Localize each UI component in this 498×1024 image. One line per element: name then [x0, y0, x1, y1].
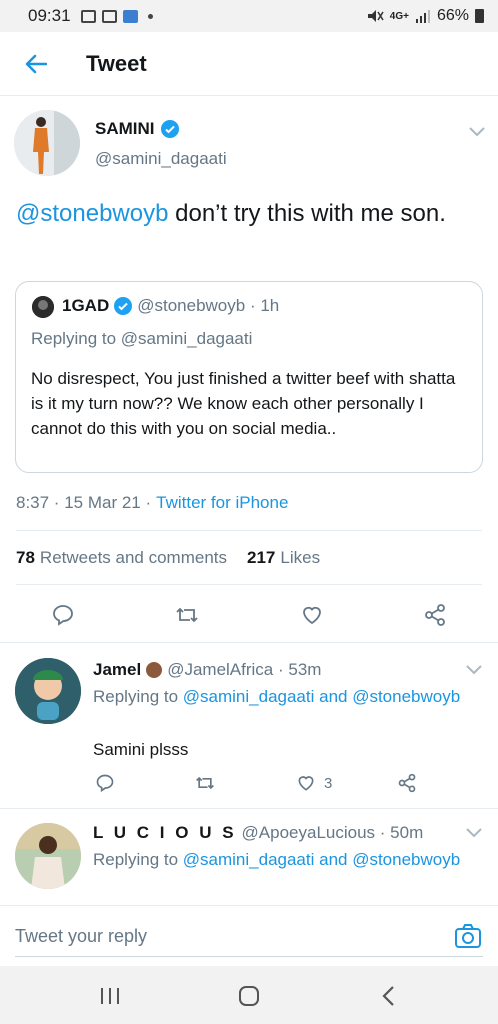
- app-header: Tweet: [0, 32, 498, 96]
- quoted-replying-to: Replying to @samini_dagaati: [31, 329, 253, 348]
- author-name-row[interactable]: SAMINI: [95, 119, 179, 139]
- divider: [16, 530, 482, 531]
- handle[interactable]: @samini_dagaati: [95, 149, 227, 169]
- reply-input[interactable]: Tweet your reply: [15, 926, 147, 947]
- reply-input-underline: [15, 956, 483, 957]
- reply-icon: [53, 605, 73, 626]
- avatar[interactable]: [15, 823, 81, 889]
- status-time: 09:31: [28, 6, 71, 25]
- battery-icon: [475, 9, 484, 23]
- image-icon: [80, 9, 96, 23]
- reply-text: Samini plsss: [93, 740, 189, 759]
- like-label[interactable]: Likes: [280, 548, 320, 568]
- emoji-icon: [146, 662, 163, 678]
- reply-name-row: Jamel @JamelAfrica · 53m: [93, 660, 321, 680]
- tweet-stats: 78 Retweets and comments 217 Likes: [16, 548, 320, 568]
- reply-avatar-image: [15, 823, 81, 889]
- status-bar: 09:31 4G+ 66%: [0, 0, 498, 32]
- quoted-handle: @stonebwoyb · 1h: [137, 296, 280, 315]
- reply-replying-to: Replying to @samini_dagaati and @stonebw…: [93, 847, 473, 872]
- back-arrow-icon: [25, 54, 47, 73]
- status-right: 4G+ 66%: [366, 7, 484, 25]
- back-icon: [382, 986, 394, 1006]
- gallery-icon: [101, 9, 117, 23]
- home-button[interactable]: [234, 981, 264, 1011]
- system-nav-bar: [0, 966, 498, 1024]
- like-icon: [303, 606, 321, 625]
- reply-handle: @JamelAfrica · 53m: [167, 660, 322, 679]
- reply-display-name: L U C I O U S: [93, 823, 237, 842]
- replying-mentions[interactable]: @samini_dagaati and @stonebwoyb: [183, 850, 460, 869]
- share-icon: [398, 773, 416, 793]
- like-count[interactable]: 217: [247, 548, 275, 568]
- like-button[interactable]: 3: [296, 773, 332, 793]
- divider: [16, 584, 482, 585]
- back-button[interactable]: [16, 44, 56, 84]
- mute-icon: [367, 10, 384, 22]
- profile-photo: [14, 110, 80, 176]
- retweet-icon: [196, 776, 214, 790]
- quoted-display-name: 1GAD: [62, 296, 110, 315]
- replying-mentions[interactable]: @samini_dagaati and @stonebwoyb: [183, 687, 460, 706]
- battery-percent: 66%: [436, 7, 469, 24]
- reply-handle: @ApoeyaLucious · 50m: [241, 823, 424, 842]
- retweet-button[interactable]: [174, 603, 200, 627]
- quoted-tweet[interactable]: 1GAD @stonebwoyb · 1h Replying to @samin…: [15, 281, 483, 473]
- reply-tweet[interactable]: Jamel @JamelAfrica · 53m Replying to @sa…: [0, 643, 498, 809]
- camera-icon[interactable]: [454, 922, 482, 950]
- avatar[interactable]: [15, 658, 81, 724]
- reply-button[interactable]: [51, 603, 75, 627]
- like-button[interactable]: [300, 603, 324, 627]
- chevron-down-icon[interactable]: [467, 124, 487, 138]
- quoted-name-row: 1GAD @stonebwoyb · 1h: [62, 296, 279, 316]
- like-icon: [298, 776, 314, 791]
- network-type: 4G+: [389, 10, 409, 22]
- share-icon: [425, 604, 445, 626]
- reply-avatar-image: [15, 658, 81, 724]
- retweet-button[interactable]: [194, 773, 216, 793]
- page-title: Tweet: [86, 50, 147, 76]
- replying-prefix: Replying to: [93, 850, 183, 869]
- app-notification-icon: [122, 9, 138, 23]
- retweet-icon: [176, 607, 198, 623]
- more-notifications-icon: [147, 13, 153, 19]
- home-icon: [239, 986, 259, 1006]
- reply-composer: Tweet your reply: [0, 905, 498, 965]
- retweet-label[interactable]: Retweets and comments: [40, 548, 227, 568]
- tweet-body: don’t try this with me son.: [168, 200, 446, 227]
- mention-link[interactable]: @stonebwoyb: [16, 200, 168, 227]
- reply-button[interactable]: [95, 773, 115, 793]
- retweet-count[interactable]: 78: [16, 548, 35, 568]
- quoted-text: No disrespect, You just finished a twitt…: [31, 369, 456, 438]
- verified-icon: [114, 297, 133, 315]
- chevron-down-icon[interactable]: [464, 825, 484, 839]
- reply-replying-to: Replying to @samini_dagaati and @stonebw…: [93, 684, 473, 709]
- reply-display-name: Jamel: [93, 660, 142, 679]
- recents-button[interactable]: [95, 981, 125, 1011]
- replying-prefix: Replying to: [93, 687, 183, 706]
- tweet-text: @stonebwoyb don’t try this with me son.: [16, 197, 482, 231]
- display-name: SAMINI: [95, 119, 155, 138]
- tweet-source-link[interactable]: Twitter for iPhone: [156, 493, 288, 513]
- reply-icon: [96, 774, 114, 793]
- like-count: 3: [324, 774, 333, 792]
- tweet-timestamp: 8:37 · 15 Mar 21 ·: [16, 493, 152, 512]
- reply-tweet[interactable]: L U C I O U S @ApoeyaLucious · 50m Reply…: [0, 809, 498, 905]
- share-button[interactable]: [397, 773, 417, 793]
- avatar[interactable]: [14, 110, 80, 176]
- reply-name-row: L U C I O U S @ApoeyaLucious · 50m: [93, 823, 423, 843]
- verified-icon: [160, 120, 179, 138]
- chevron-down-icon[interactable]: [464, 662, 484, 676]
- tweet-meta: 8:37 · 15 Mar 21 · Twitter for iPhone: [16, 493, 288, 513]
- signal-icon: [415, 10, 430, 23]
- tweet-actions: [0, 600, 498, 630]
- notification-icons: [80, 9, 153, 23]
- share-button[interactable]: [423, 603, 447, 627]
- system-back-button[interactable]: [374, 981, 404, 1011]
- recents-icon: [101, 988, 119, 1004]
- quoted-avatar: [32, 296, 54, 318]
